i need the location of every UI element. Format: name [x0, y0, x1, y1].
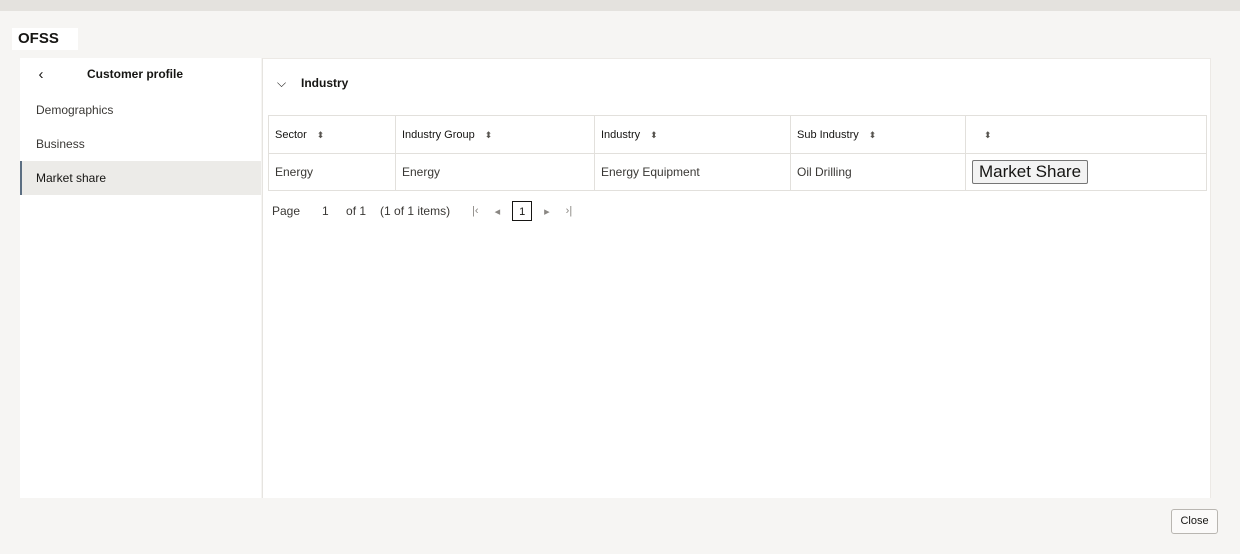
cell-sector: Energy [268, 153, 396, 191]
table-header-row: Sector ⬍ Industry Group ⬍ Industry ⬍ Sub In… [268, 115, 1207, 154]
prev-page-icon[interactable]: ◂ [495, 205, 501, 218]
column-header-label: Industry [601, 128, 641, 141]
sort-icon[interactable]: ⬍ [317, 130, 325, 140]
sidebar-header: ‹ Customer profile [20, 58, 261, 92]
pagination: Page 1 of 1 (1 of 1 items) |‹ ◂ 1 ▸ ›| [272, 199, 580, 223]
last-page-icon[interactable]: ›| [566, 205, 573, 217]
sort-icon[interactable]: ⬍ [869, 130, 877, 140]
column-header-industry-group[interactable]: Industry Group ⬍ [395, 115, 595, 154]
current-page-input[interactable]: 1 [322, 204, 334, 218]
sidebar-title: Customer profile [87, 67, 184, 81]
column-header-sector[interactable]: Sector ⬍ [268, 115, 396, 154]
cell-industry-group: Energy [395, 153, 595, 191]
section-title: Industry [301, 76, 349, 90]
cell-sub-industry: Oil Drilling [790, 153, 966, 191]
top-decorative-strip [0, 0, 1240, 11]
cell-action: Market Share [965, 153, 1207, 191]
column-header-action[interactable]: ⬍ [965, 115, 1207, 154]
column-header-label: Sector [275, 128, 307, 141]
chevron-down-icon: ⌵ [277, 75, 287, 90]
sort-icon[interactable]: ⬍ [984, 130, 992, 140]
close-button[interactable]: Close [1171, 509, 1218, 534]
cell-industry: Energy Equipment [594, 153, 791, 191]
page-button-1[interactable]: 1 [512, 201, 533, 221]
sidebar: ‹ Customer profile Demographics Business… [20, 58, 261, 498]
industry-section-toggle[interactable]: ⌵ Industry [277, 73, 348, 93]
market-share-button[interactable]: Market Share [972, 160, 1089, 184]
column-header-label: Industry Group [402, 128, 475, 141]
first-page-icon[interactable]: |‹ [472, 205, 479, 217]
sidebar-item-demographics[interactable]: Demographics [20, 93, 261, 127]
main-panel: ⌵ Industry Sector ⬍ Industry Group ⬍ Indus… [262, 58, 1211, 498]
table-row: Energy Energy Energy Equipment Oil Drill… [268, 153, 1207, 191]
column-header-industry[interactable]: Industry ⬍ [594, 115, 791, 154]
next-page-icon[interactable]: ▸ [544, 205, 550, 218]
sort-icon[interactable]: ⬍ [650, 130, 658, 140]
column-header-label: Sub Industry [797, 128, 859, 141]
sort-icon[interactable]: ⬍ [485, 130, 493, 140]
industry-table: Sector ⬍ Industry Group ⬍ Industry ⬍ Sub In… [268, 115, 1207, 191]
sidebar-item-market-share[interactable]: Market share [20, 161, 261, 195]
column-header-sub-industry[interactable]: Sub Industry ⬍ [790, 115, 966, 154]
page-label: Page [272, 204, 301, 218]
chevron-left-icon[interactable]: ‹ [32, 66, 50, 84]
app-logo: OFSS [12, 28, 78, 50]
items-count-label: (1 of 1 items) [380, 204, 451, 218]
sidebar-item-business[interactable]: Business [20, 127, 261, 161]
page-of-label: of 1 [346, 204, 367, 218]
